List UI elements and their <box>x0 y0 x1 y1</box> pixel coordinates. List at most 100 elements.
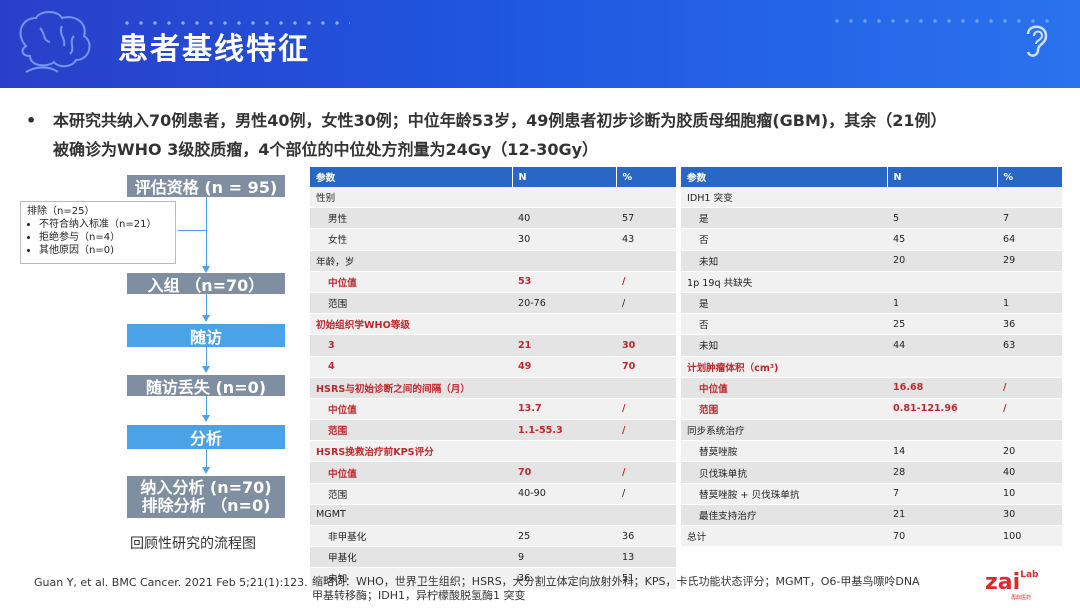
logo-lab: Lab <box>1020 570 1039 580</box>
table-cell-percent: 29 <box>997 250 1062 272</box>
table-cell-n: 45 <box>887 228 997 251</box>
table-cell-percent: 63 <box>997 334 1062 357</box>
table-cell-n: 53 <box>512 271 616 293</box>
table-cell-percent: 1 <box>997 292 1062 315</box>
table-cell-n <box>512 504 616 527</box>
arrow-down-icon <box>202 415 210 422</box>
table-cell-n: 0.81-121.96 <box>887 398 997 421</box>
table-cell-percent <box>997 356 1062 378</box>
table-row: 范围 20-76/ <box>310 292 676 315</box>
citation: Guan Y, et al. BMC Cancer. 2021 Feb 5;21… <box>34 576 308 589</box>
table-row: 中位值 70/ <box>310 461 676 484</box>
table-cell-percent <box>616 187 676 209</box>
table-cell-parameter: 范围 <box>310 419 512 442</box>
decorative-dots <box>830 18 1050 24</box>
table-cell-n <box>512 313 616 336</box>
table-cell-n <box>887 356 997 378</box>
exclusion-title: 排除（n=25） <box>27 206 95 217</box>
summary-bullet: • 本研究共纳入70例患者，男性40例，女性30例；中位年龄53岁，49例患者初… <box>26 106 1066 164</box>
table-cell-n <box>887 187 997 209</box>
table-row: 年龄，岁 <box>310 250 676 272</box>
company-logo: zaiLab 再鼎医药 <box>985 570 1039 601</box>
table-cell-parameter: 中位值 <box>310 461 512 484</box>
bullet-marker: • <box>26 111 37 130</box>
column-header: 参数 <box>310 167 513 187</box>
table-row: HSRS挽救治疗前KPS评分 <box>310 440 676 463</box>
table-cell-parameter: 是 <box>681 292 887 315</box>
table-row: 男性 40 57 <box>310 207 676 230</box>
table-cell-parameter: 是 <box>681 207 887 230</box>
page-title: 患者基线特征 <box>118 32 310 67</box>
table-row: 是11 <box>681 292 1062 315</box>
table-cell-parameter: 中位值 <box>310 398 512 421</box>
table-cell-percent: / <box>616 398 676 421</box>
table-cell-n: 30 <box>512 228 616 251</box>
footnote-line: 缩略词：WHO，世界卫生组织；HSRS，大分割立体定向放射外科；KPS，卡氏功能… <box>312 575 920 588</box>
table-cell-n: 28 <box>887 461 997 484</box>
table-cell-parameter: IDH1 突变 <box>681 187 887 209</box>
table-cell-n: 21 <box>887 504 997 527</box>
flow-step-enrolled: 入组 （n=70） <box>127 273 285 295</box>
brain-icon <box>19 11 91 73</box>
table-row: 中位值 13.7/ <box>310 398 676 421</box>
table-cell-percent: / <box>616 419 676 442</box>
baseline-table-right: 参数 N % IDH1 突变是 5 7 否 45 64 未知 20 29 1p 19q 共缺失是 1… <box>681 167 1063 548</box>
ear-icon <box>1026 25 1048 57</box>
flow-connector <box>206 347 207 367</box>
table-cell-percent: 70 <box>616 356 676 378</box>
table-row: 替莫唑胺 + 贝伐珠单抗 7 10 <box>681 483 1062 505</box>
flow-step-eligibility: 评估资格 (n = 95) <box>127 175 285 197</box>
column-header: N <box>887 167 998 187</box>
table-row: HSRS与初始诊断之间的间隔（月） <box>310 377 676 399</box>
table-cell-parameter: 范围 <box>681 398 887 421</box>
table-cell-percent: / <box>616 292 676 315</box>
table-row: 总计 70 100 <box>681 525 1062 548</box>
column-header: % <box>616 167 677 187</box>
table-cell-percent: / <box>616 483 676 505</box>
table-cell-parameter: 范围 <box>310 483 512 505</box>
table-row: 范围 1.1-55.3/ <box>310 419 676 442</box>
table-cell-parameter: 1p 19q 共缺失 <box>681 271 887 293</box>
table-cell-percent <box>616 313 676 336</box>
arrow-down-icon <box>202 366 210 373</box>
logo-text: zai <box>985 570 1021 595</box>
column-header: N <box>512 167 617 187</box>
flow-step-analyzed: 纳入分析 (n=70) 排除分析 （n=0) <box>127 476 285 518</box>
footnote-line: 甲基转移酶；IDH1，异柠檬酸脱氢酶1 突变 <box>312 589 526 602</box>
table-cell-parameter: MGMT <box>310 504 512 527</box>
table-cell-n <box>887 271 997 293</box>
table-row: 甲基化 9 13 <box>310 546 676 569</box>
table-row: 未知 44 63 <box>681 334 1062 357</box>
table-cell-n: 20 <box>887 250 997 272</box>
table-cell-n: 9 <box>512 546 616 569</box>
table-cell-n: 25 <box>512 525 616 548</box>
table-row: IDH1 突变 <box>681 187 1062 209</box>
table-cell-parameter: 未知 <box>681 334 887 357</box>
table-cell-n: 40-90 <box>512 483 616 505</box>
table-cell-n: 1 <box>887 292 997 315</box>
table-row: 同步系统治疗 <box>681 419 1062 442</box>
table-cell-parameter: 替莫唑胺 + 贝伐珠单抗 <box>681 483 887 505</box>
baseline-table-left: 参数 N % 性别 男性 40 57 女性 30 43 年龄，岁 中位值 53/范围 20-76/初… <box>310 167 677 590</box>
table-cell-percent <box>616 440 676 463</box>
table-cell-percent <box>997 419 1062 442</box>
table-cell-n: 70 <box>512 461 616 484</box>
table-cell-parameter: 3 <box>310 334 512 357</box>
flow-step-analysis: 分析 <box>127 425 285 449</box>
exclusion-item: 不符合纳入标准（n=21） <box>39 218 169 231</box>
logo-subtitle: 再鼎医药 <box>1011 595 1032 601</box>
table-cell-n: 44 <box>887 334 997 357</box>
table-cell-percent: / <box>616 461 676 484</box>
table-row: 贝伐珠单抗 28 40 <box>681 461 1062 484</box>
table-cell-parameter: 4 <box>310 356 512 378</box>
flow-step-followup: 随访 <box>127 324 285 347</box>
flow-step-lost: 随访丢失 (n=0) <box>127 375 285 397</box>
table-cell-percent: 30 <box>616 334 676 357</box>
table-cell-percent: / <box>616 271 676 293</box>
table-cell-n: 5 <box>887 207 997 230</box>
analyzed-excluded: 排除分析 （n=0) <box>141 496 271 515</box>
table-cell-n: 14 <box>887 440 997 463</box>
table-cell-percent: 64 <box>997 228 1062 251</box>
column-header: 参数 <box>681 167 888 187</box>
table-cell-percent: / <box>997 377 1062 399</box>
